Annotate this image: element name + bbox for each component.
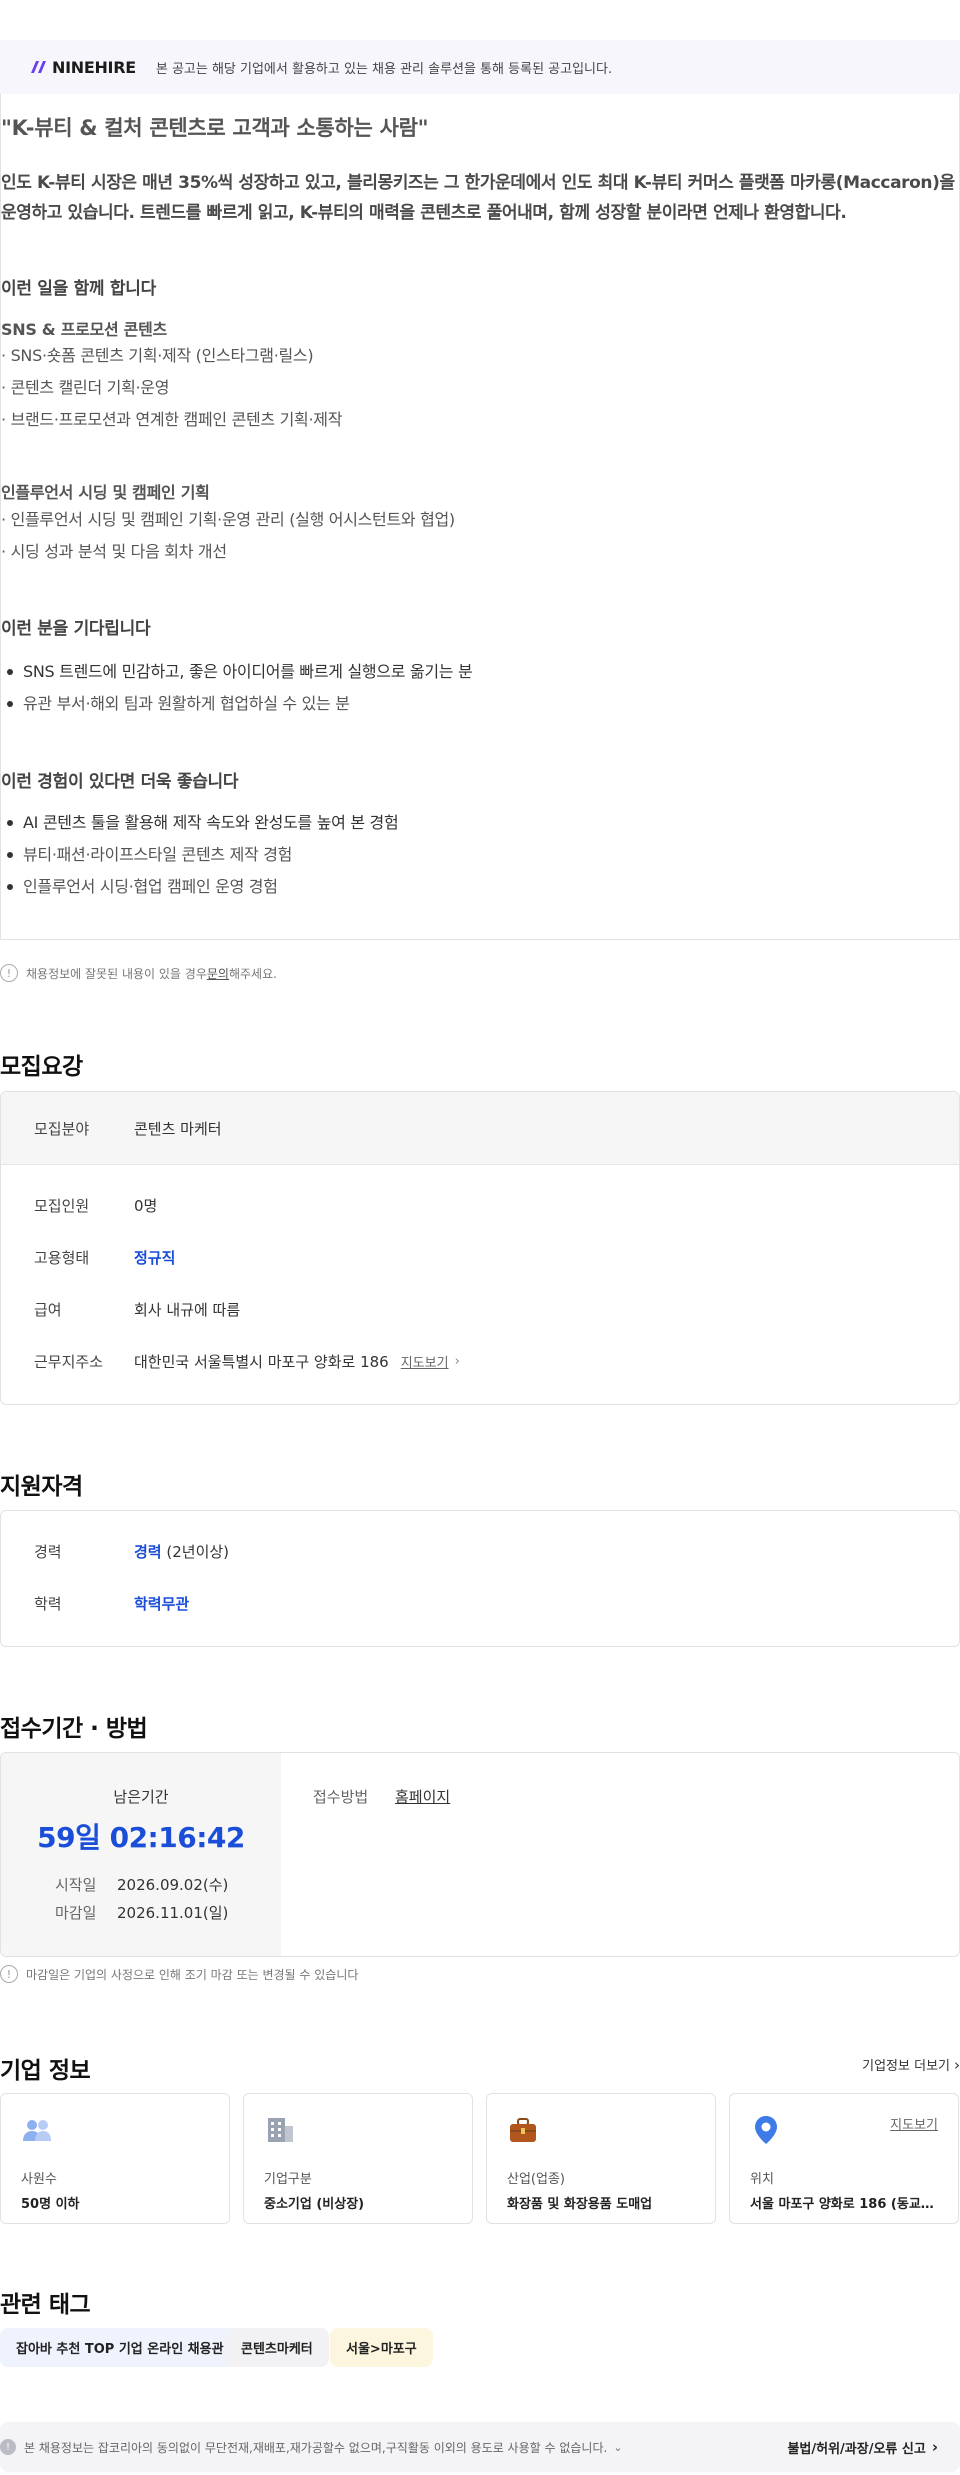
bullet-dot-icon bbox=[7, 852, 13, 858]
jd-plus-item: 뷰티·패션·라이프스타일 콘텐츠 제작 경험 bbox=[1, 839, 398, 871]
jd-work-heading: 이런 일을 함께 합니다 bbox=[1, 279, 156, 299]
recruit-field-value: 콘텐츠 마케터 bbox=[134, 1119, 222, 1138]
jd-title: "K-뷰티 & 컬처 콘텐츠로 고객과 소통하는 사람" bbox=[1, 116, 429, 140]
report-illegal-button[interactable]: 불법/허위/과장/오류 신고 › bbox=[787, 2438, 938, 2457]
company-section-title: 기업 정보 bbox=[0, 2058, 91, 2084]
people-icon bbox=[23, 2120, 51, 2141]
copyright-notice[interactable]: ! 본 채용정보는 잡코리아의 동의없이 무단전재,재배포,재가공할수 없으며,… bbox=[0, 2439, 623, 2456]
tag-chip[interactable]: 서울>마포구 bbox=[330, 2328, 433, 2367]
jd-sns-item: · 콘텐츠 캘린더 기획·운영 bbox=[1, 378, 170, 397]
banner-notice-text: 본 공고는 해당 기업에서 활용하고 있는 채용 관리 솔루션을 통해 등록된 … bbox=[155, 61, 613, 77]
jd-plus-heading: 이런 경험이 있다면 더욱 좋습니다 bbox=[1, 772, 239, 792]
bullet-dot-icon bbox=[7, 669, 13, 675]
jd-sns-list: · SNS·숏폼 콘텐츠 기획·제작 (인스타그램·릴스) · 콘텐츠 캘린더 … bbox=[1, 340, 342, 436]
education-row: 학력 학력무관 bbox=[34, 1594, 190, 1613]
period-section-title: 접수기간 · 방법 bbox=[0, 1716, 148, 1742]
job-description-box: "K-뷰티 & 컬처 콘텐츠로 고객과 소통하는 사람" 인도 K-뷰티 시장은… bbox=[0, 94, 960, 940]
headcount-row: 모집인원 0명 bbox=[34, 1196, 158, 1215]
remaining-period-panel: 남은기간 59일 02:16:42 시작일 2026.09.02(수) 마감일 … bbox=[1, 1753, 281, 1956]
info-icon: ! bbox=[0, 964, 18, 982]
qualification-box: 경력 경력 (2년이상) 학력 학력무관 bbox=[0, 1510, 960, 1647]
info-icon: ! bbox=[0, 1965, 18, 1983]
tag-chip[interactable]: 잡아바 추천 TOP 기업 온라인 채용관 bbox=[0, 2328, 240, 2367]
recruitment-section-title: 모집요강 bbox=[0, 1054, 83, 1080]
inquiry-link[interactable]: 문의 bbox=[207, 965, 229, 982]
info-icon: ! bbox=[0, 2439, 16, 2455]
ninehire-logo: NINEHIRE bbox=[30, 58, 136, 77]
ninehire-logo-text: NINEHIRE bbox=[52, 57, 136, 77]
company-card-employees: 사원수 50명 이하 bbox=[0, 2093, 230, 2224]
jd-sns-item: · SNS·숏폼 콘텐츠 기획·제작 (인스타그램·릴스) bbox=[1, 346, 314, 365]
end-date-row: 마감일 2026.11.01(일) bbox=[55, 1904, 229, 1922]
jd-plus-list: AI 콘텐츠 툴을 활용해 제작 속도와 완성도를 높여 본 경험 뷰티·패션·… bbox=[1, 807, 399, 903]
countdown-timer: 59일 02:16:42 bbox=[37, 1821, 245, 1854]
jd-wait-list: SNS 트렌드에 민감하고, 좋은 아이디어를 빠르게 실행으로 옮기는 분 유… bbox=[1, 656, 473, 720]
jd-wait-item: SNS 트렌드에 민감하고, 좋은 아이디어를 빠르게 실행으로 옮기는 분 bbox=[1, 656, 473, 688]
salary-row: 급여 회사 내규에 따름 bbox=[34, 1300, 241, 1319]
jd-intro-line: 인도 K-뷰티 시장은 매년 35%씩 성장하고 있고, 블리몽키즈는 그 한가… bbox=[1, 173, 955, 193]
ninehire-logo-icon bbox=[31, 61, 46, 73]
homepage-apply-link[interactable]: 홈페이지 bbox=[395, 1786, 450, 1807]
employment-type-row: 고용형태 정규직 bbox=[34, 1248, 176, 1267]
application-period-box: 남은기간 59일 02:16:42 시작일 2026.09.02(수) 마감일 … bbox=[0, 1752, 960, 1957]
bullet-dot-icon bbox=[7, 820, 13, 826]
job-posting-page: NINEHIRE 본 공고는 해당 기업에서 활용하고 있는 채용 관리 솔루션… bbox=[0, 0, 960, 2475]
recruitment-box: 모집분야 콘텐츠 마케터 모집인원 0명 고용형태 정규직 급여 회사 내규에 … bbox=[0, 1091, 960, 1405]
start-date-row: 시작일 2026.09.02(수) bbox=[55, 1876, 229, 1894]
location-pin-icon bbox=[755, 2116, 777, 2144]
bullet-dot-icon bbox=[7, 701, 13, 707]
chevron-right-icon: › bbox=[931, 2438, 938, 2456]
jd-intro-line: 운영하고 있습니다. 트렌드를 빠르게 읽고, K-뷰티의 매력을 콘텐츠로 풀… bbox=[1, 203, 847, 223]
ninehire-notice-banner: NINEHIRE 본 공고는 해당 기업에서 활용하고 있는 채용 관리 솔루션… bbox=[0, 40, 960, 94]
copyright-footer: ! 본 채용정보는 잡코리아의 동의없이 무단전재,재배포,재가공할수 없으며,… bbox=[0, 2422, 960, 2472]
chevron-right-icon: › bbox=[454, 1353, 460, 1369]
jd-influencer-item: · 시딩 성과 분석 및 다음 회차 개선 bbox=[1, 542, 227, 561]
qualification-section-title: 지원자격 bbox=[0, 1474, 83, 1500]
company-more-link[interactable]: 기업정보 더보기 › bbox=[862, 2055, 960, 2075]
company-card-type: 기업구분 중소기업 (비상장) bbox=[243, 2093, 473, 2224]
address-map-link[interactable]: 지도보기 bbox=[401, 1352, 449, 1371]
jd-influencer-heading: 인플루언서 시딩 및 캠페인 기획 bbox=[1, 483, 210, 502]
jd-influencer-list: · 인플루언서 시딩 및 캠페인 기획·운영 관리 (실행 어시스턴트와 협업)… bbox=[1, 504, 455, 568]
bullet-dot-icon bbox=[7, 884, 13, 890]
jd-plus-item: AI 콘텐츠 툴을 활용해 제작 속도와 완성도를 높여 본 경험 bbox=[1, 807, 399, 839]
deadline-note: ! 마감일은 기업의 사정으로 인해 조기 마감 또는 변경될 수 있습니다 bbox=[0, 1965, 358, 1983]
jd-plus-item: 인플루언서 시딩·협업 캠페인 운영 경험 bbox=[1, 871, 398, 903]
application-method-row: 접수방법 홈페이지 bbox=[313, 1786, 451, 1807]
career-row: 경력 경력 (2년이상) bbox=[34, 1542, 230, 1561]
jd-intro: 인도 K-뷰티 시장은 매년 35%씩 성장하고 있고, 블리몽키즈는 그 한가… bbox=[1, 168, 959, 228]
jd-wait-heading: 이런 분을 기다립니다 bbox=[1, 619, 151, 639]
jd-sns-item: · 브랜드·프로모션과 연계한 캠페인 콘텐츠 기획·제작 bbox=[1, 410, 343, 429]
report-error-line: ! 채용정보에 잘못된 내용이 있을 경우 문의 해주세요. bbox=[0, 964, 277, 982]
building-icon bbox=[268, 2118, 293, 2142]
tag-chip[interactable]: 콘텐츠마케터 bbox=[225, 2328, 329, 2367]
remaining-label: 남은기간 bbox=[113, 1788, 169, 1806]
jd-sns-heading: SNS & 프로모션 콘텐츠 bbox=[1, 320, 167, 339]
company-card-location: 지도보기 위치 서울 마포구 양화로 186 (동교동... bbox=[729, 2093, 959, 2224]
location-map-link[interactable]: 지도보기 bbox=[890, 2114, 938, 2133]
work-address-row: 근무지주소 대한민국 서울특별시 마포구 양화로 186 지도보기 › bbox=[34, 1352, 460, 1371]
jd-influencer-item: · 인플루언서 시딩 및 캠페인 기획·운영 관리 (실행 어시스턴트와 협업) bbox=[1, 510, 455, 529]
recruit-field-row: 모집분야 콘텐츠 마케터 bbox=[1, 1092, 959, 1165]
jd-wait-item: 유관 부서·해외 팀과 원활하게 협업하실 수 있는 분 bbox=[1, 688, 472, 720]
chevron-down-icon: ⌄ bbox=[613, 2440, 623, 2454]
company-card-industry: 산업(업종) 화장품 및 화장용품 도매업 bbox=[486, 2093, 716, 2224]
briefcase-icon bbox=[510, 2118, 536, 2142]
tags-section-title: 관련 태그 bbox=[0, 2292, 91, 2318]
chevron-right-icon: › bbox=[954, 2055, 960, 2074]
